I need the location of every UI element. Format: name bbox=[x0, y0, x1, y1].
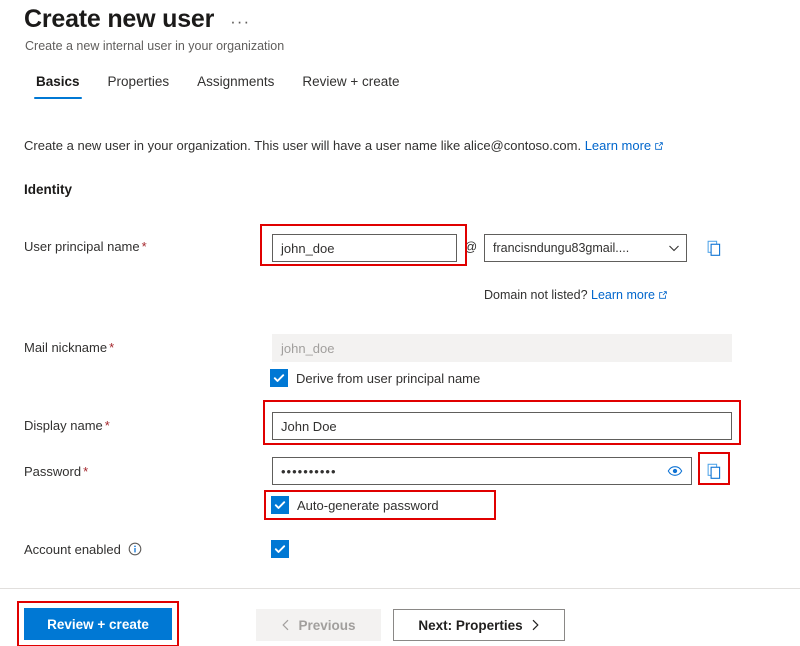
account-enabled-label: Account enabled bbox=[24, 542, 142, 557]
tab-properties[interactable]: Properties bbox=[94, 70, 184, 99]
derive-from-upn-checkbox-row[interactable]: Derive from user principal name bbox=[270, 369, 480, 387]
at-sign-separator: @ bbox=[464, 239, 478, 254]
domain-select-value: francisndungu83gmail.... bbox=[493, 241, 630, 255]
eye-icon bbox=[667, 466, 683, 476]
chevron-right-icon bbox=[532, 619, 539, 631]
domain-hint-text: Domain not listed? bbox=[484, 288, 588, 302]
tab-assignments[interactable]: Assignments bbox=[183, 70, 288, 99]
next-properties-button-label: Next: Properties bbox=[418, 617, 523, 633]
auto-generate-password-checkbox[interactable] bbox=[271, 496, 289, 514]
display-name-row: Display name * John Doe bbox=[0, 411, 800, 443]
checkmark-icon bbox=[273, 374, 285, 382]
required-marker: * bbox=[83, 464, 89, 479]
external-link-icon bbox=[658, 289, 668, 299]
mail-nickname-row: Mail nickname * john_doe bbox=[0, 334, 800, 366]
copy-icon bbox=[707, 463, 720, 479]
tab-bar: Basics Properties Assignments Review + c… bbox=[22, 70, 414, 99]
info-icon[interactable] bbox=[128, 542, 142, 556]
domain-not-listed-hint: Domain not listed? Learn more bbox=[484, 288, 668, 302]
checkmark-icon bbox=[274, 545, 286, 553]
tab-basics[interactable]: Basics bbox=[22, 70, 94, 99]
password-row: Password * •••••••••• bbox=[0, 457, 800, 489]
mail-nickname-label: Mail nickname * bbox=[24, 340, 115, 355]
user-principal-name-label: User principal name * bbox=[24, 239, 147, 254]
display-name-label: Display name * bbox=[24, 418, 110, 433]
auto-generate-password-label: Auto-generate password bbox=[297, 497, 439, 513]
review-create-button[interactable]: Review + create bbox=[24, 608, 172, 640]
page-title: Create new user bbox=[24, 5, 215, 33]
identity-section-heading: Identity bbox=[24, 182, 73, 197]
domain-hint-learn-more-link[interactable]: Learn more bbox=[591, 288, 655, 302]
user-principal-name-row: User principal name * john_doe @ francisn… bbox=[0, 232, 800, 268]
intro-text-block: Create a new user in your organization. … bbox=[24, 138, 664, 153]
mail-nickname-input: john_doe bbox=[272, 334, 732, 362]
required-marker: * bbox=[109, 340, 115, 355]
copy-upn-button[interactable] bbox=[702, 234, 726, 262]
footer-divider bbox=[0, 588, 800, 589]
intro-text: Create a new user in your organization. … bbox=[24, 138, 582, 153]
auto-generate-password-checkbox-row[interactable]: Auto-generate password bbox=[271, 496, 439, 514]
page-subtitle: Create a new internal user in your organ… bbox=[25, 39, 285, 53]
password-label: Password * bbox=[24, 464, 89, 479]
previous-button: Previous bbox=[256, 609, 381, 641]
derive-from-upn-checkbox[interactable] bbox=[270, 369, 288, 387]
display-name-input[interactable]: John Doe bbox=[272, 412, 732, 440]
copy-icon bbox=[707, 240, 720, 256]
tab-review-create[interactable]: Review + create bbox=[288, 70, 413, 99]
required-marker: * bbox=[141, 239, 147, 254]
toggle-password-visibility-button[interactable] bbox=[665, 461, 685, 481]
password-field[interactable]: •••••••••• bbox=[272, 457, 692, 485]
create-new-user-page: Create new user ··· Create a new interna… bbox=[0, 0, 800, 646]
derive-from-upn-label: Derive from user principal name bbox=[296, 370, 481, 386]
chevron-left-icon bbox=[282, 619, 289, 631]
next-properties-button[interactable]: Next: Properties bbox=[393, 609, 565, 641]
chevron-down-icon bbox=[669, 245, 679, 252]
password-input-value: •••••••••• bbox=[281, 463, 337, 479]
page-header: Create new user ··· bbox=[24, 4, 252, 34]
required-marker: * bbox=[104, 418, 110, 433]
account-enabled-row: Account enabled bbox=[0, 540, 800, 568]
domain-select[interactable]: francisndungu83gmail.... bbox=[484, 234, 687, 262]
previous-button-label: Previous bbox=[298, 617, 356, 633]
checkmark-icon bbox=[274, 501, 286, 509]
account-enabled-checkbox[interactable] bbox=[271, 540, 289, 558]
copy-password-button[interactable] bbox=[701, 456, 727, 486]
intro-learn-more-link[interactable]: Learn more bbox=[585, 138, 651, 153]
user-principal-name-input[interactable]: john_doe bbox=[272, 234, 457, 262]
external-link-icon bbox=[654, 139, 664, 150]
more-options-icon[interactable]: ··· bbox=[228, 12, 252, 32]
